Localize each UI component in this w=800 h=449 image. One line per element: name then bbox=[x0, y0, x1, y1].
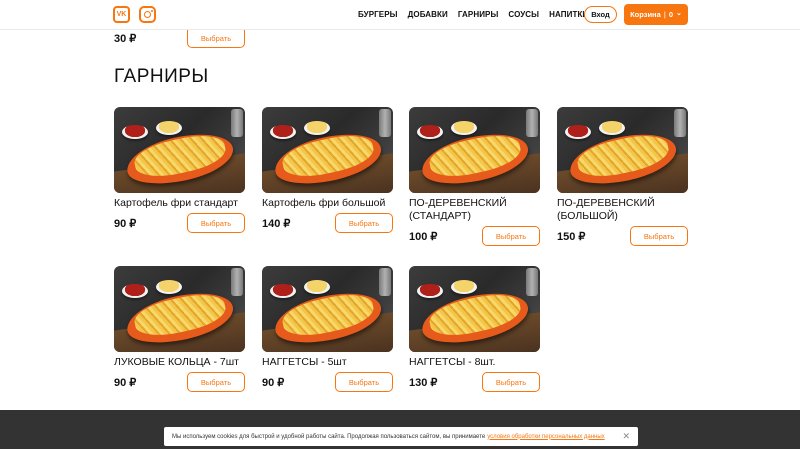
product-image[interactable] bbox=[114, 107, 245, 193]
product-card: Картофель фри стандарт 90 ₽ Выбрать bbox=[114, 107, 245, 233]
instagram-lens bbox=[144, 11, 151, 18]
vk-icon[interactable]: VK bbox=[113, 6, 130, 23]
previous-item-select-button[interactable]: Выбрать bbox=[187, 29, 245, 48]
cart-button[interactable]: Корзина | 0 ⌄ bbox=[624, 4, 688, 25]
product-name: Картофель фри большой bbox=[262, 197, 386, 209]
product-price: 130 ₽ bbox=[409, 376, 438, 389]
nav-item-sauces[interactable]: СОУСЫ bbox=[508, 10, 539, 19]
main-nav: БУРГЕРЫ ДОБАВКИ ГАРНИРЫ СОУСЫ НАПИТКИ bbox=[358, 10, 588, 19]
close-icon[interactable]: ✕ bbox=[622, 431, 630, 442]
product-card: Картофель фри большой 140 ₽ Выбрать bbox=[262, 107, 393, 233]
select-button[interactable]: Выбрать bbox=[482, 226, 540, 246]
select-button[interactable]: Выбрать bbox=[482, 372, 540, 392]
product-name: ЛУКОВЫЕ КОЛЬЦА - 7шт bbox=[114, 356, 239, 368]
cart-label: Корзина bbox=[630, 10, 661, 19]
nav-item-sides[interactable]: ГАРНИРЫ bbox=[458, 10, 499, 19]
product-price: 150 ₽ bbox=[557, 230, 586, 243]
select-button[interactable]: Выбрать bbox=[630, 226, 688, 246]
chevron-down-icon: ⌄ bbox=[676, 10, 682, 17]
nav-item-additions[interactable]: ДОБАВКИ bbox=[408, 10, 448, 19]
instagram-dot bbox=[150, 9, 153, 12]
product-name: ПО-ДЕРЕВЕНСКИЙ (СТАНДАРТ) bbox=[409, 197, 507, 222]
cart-separator: | bbox=[663, 10, 666, 19]
nav-item-burgers[interactable]: БУРГЕРЫ bbox=[358, 10, 398, 19]
product-image[interactable] bbox=[114, 266, 245, 352]
product-price: 90 ₽ bbox=[114, 217, 137, 230]
product-price: 100 ₽ bbox=[409, 230, 438, 243]
site-header: VK БУРГЕРЫ ДОБАВКИ ГАРНИРЫ СОУСЫ НАПИТКИ… bbox=[0, 0, 800, 30]
nav-item-drinks[interactable]: НАПИТКИ bbox=[549, 10, 588, 19]
product-name: ПО-ДЕРЕВЕНСКИЙ (БОЛЬШОЙ) bbox=[557, 197, 655, 222]
select-button[interactable]: Выбрать bbox=[187, 213, 245, 233]
product-price: 90 ₽ bbox=[262, 376, 285, 389]
product-image[interactable] bbox=[409, 107, 540, 193]
cookie-banner: Мы используем cookies для быстрой и удоб… bbox=[164, 427, 638, 446]
product-card: НАГГЕТСЫ - 5шт 90 ₽ Выбрать bbox=[262, 266, 393, 392]
cookie-policy-link[interactable]: условия обработки персональных данных bbox=[487, 434, 604, 440]
product-card: ПО-ДЕРЕВЕНСКИЙ (СТАНДАРТ) 100 ₽ Выбрать bbox=[409, 107, 540, 246]
select-button[interactable]: Выбрать bbox=[335, 213, 393, 233]
cart-count: 0 bbox=[668, 10, 674, 19]
product-image[interactable] bbox=[557, 107, 688, 193]
product-name: НАГГЕТСЫ - 5шт bbox=[262, 356, 347, 368]
cookie-text: Мы используем cookies для быстрой и удоб… bbox=[172, 433, 486, 440]
product-image[interactable] bbox=[409, 266, 540, 352]
product-card: ПО-ДЕРЕВЕНСКИЙ (БОЛЬШОЙ) 150 ₽ Выбрать bbox=[557, 107, 688, 246]
previous-item-price: 30 ₽ bbox=[114, 33, 137, 45]
product-image[interactable] bbox=[262, 266, 393, 352]
product-card: ЛУКОВЫЕ КОЛЬЦА - 7шт 90 ₽ Выбрать bbox=[114, 266, 245, 392]
select-button[interactable]: Выбрать bbox=[335, 372, 393, 392]
product-price: 90 ₽ bbox=[114, 376, 137, 389]
section-title: ГАРНИРЫ bbox=[114, 66, 209, 87]
product-name: Картофель фри стандарт bbox=[114, 197, 238, 209]
product-name: НАГГЕТСЫ - 8шт. bbox=[409, 356, 496, 368]
product-card: НАГГЕТСЫ - 8шт. 130 ₽ Выбрать bbox=[409, 266, 540, 392]
select-button[interactable]: Выбрать bbox=[187, 372, 245, 392]
login-button[interactable]: Вход bbox=[584, 6, 617, 23]
product-image[interactable] bbox=[262, 107, 393, 193]
instagram-icon[interactable] bbox=[139, 6, 156, 23]
product-price: 140 ₽ bbox=[262, 217, 291, 230]
vk-icon-label: VK bbox=[116, 11, 127, 18]
